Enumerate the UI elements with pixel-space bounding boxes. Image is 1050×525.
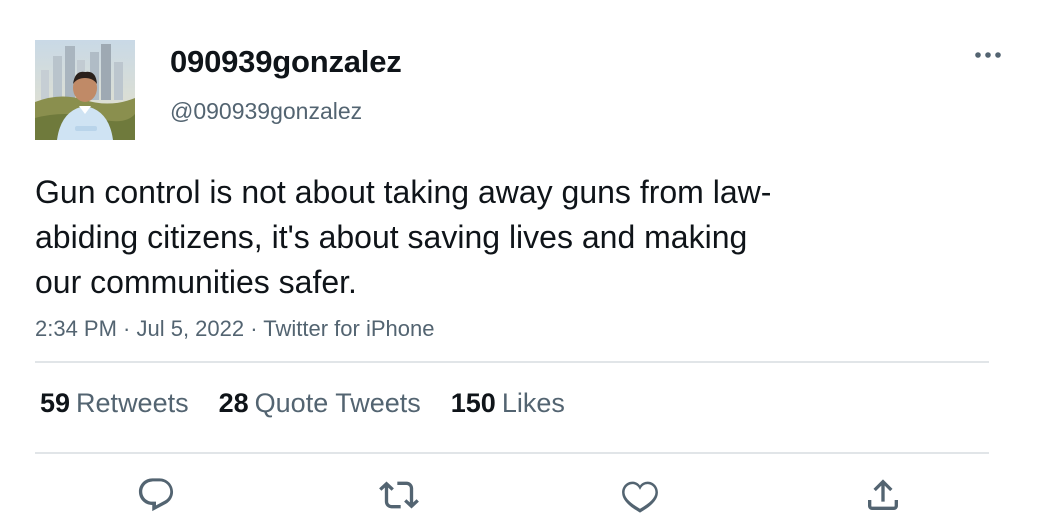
retweet-button[interactable] — [378, 474, 420, 516]
more-options-button[interactable] — [966, 40, 1010, 70]
quote-tweets-label: Quote Tweets — [254, 388, 421, 418]
heart-icon — [622, 481, 658, 513]
avatar-photo — [35, 40, 135, 140]
tweet-text: Gun control is not about taking away gun… — [35, 174, 772, 300]
retweet-icon — [379, 481, 419, 509]
likes-stat[interactable]: 150 Likes — [451, 388, 565, 419]
retweets-stat[interactable]: 59 Retweets — [40, 388, 189, 419]
display-name[interactable]: 090939gonzalez — [170, 44, 402, 80]
retweets-label: Retweets — [76, 388, 189, 418]
quote-tweets-count: 28 — [218, 388, 249, 418]
divider — [35, 361, 989, 363]
action-bar — [0, 474, 1050, 516]
reply-button[interactable] — [135, 474, 177, 516]
likes-label: Likes — [501, 388, 565, 418]
divider — [35, 452, 989, 454]
engagement-stats: 59 Retweets 28 Quote Tweets 150 Likes — [40, 388, 565, 419]
retweets-count: 59 — [40, 388, 71, 418]
tweet-meta: 2:34 PM · Jul 5, 2022 · Twitter for iPho… — [35, 316, 435, 341]
tweet-card: 090939gonzalez @090939gonzalez Gun contr… — [0, 0, 1050, 525]
quote-tweets-stat[interactable]: 28 Quote Tweets — [219, 388, 421, 419]
handle[interactable]: @090939gonzalez — [170, 98, 362, 125]
like-button[interactable] — [619, 474, 661, 516]
likes-count: 150 — [450, 388, 496, 418]
more-horizontal-icon — [975, 52, 1001, 58]
share-button[interactable] — [862, 474, 904, 516]
share-icon — [868, 479, 898, 510]
avatar[interactable] — [35, 40, 135, 140]
reply-icon — [138, 478, 174, 512]
